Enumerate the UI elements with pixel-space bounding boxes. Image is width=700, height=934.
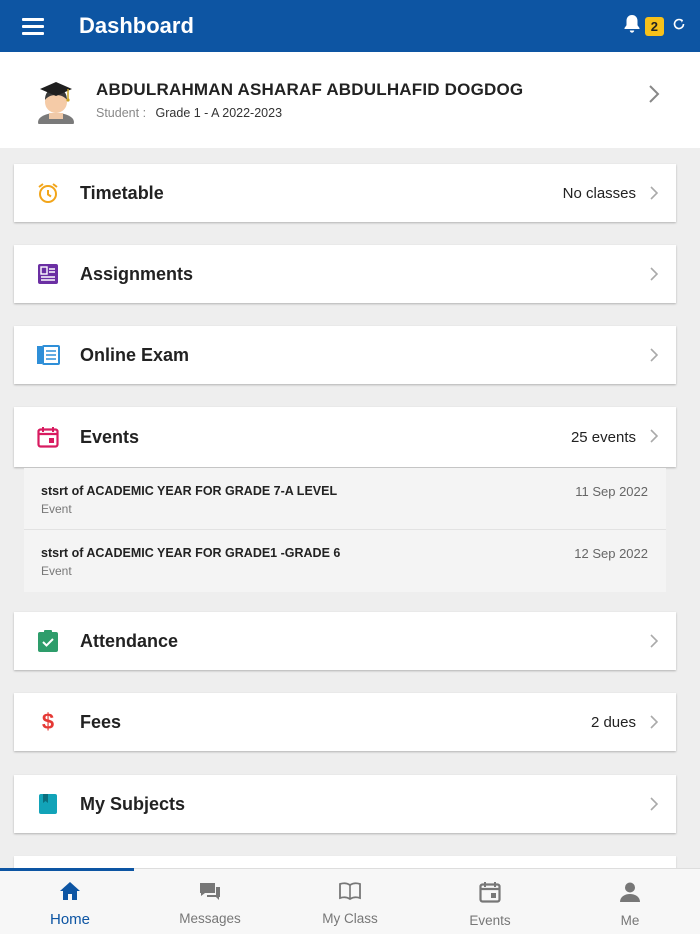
events-label: Events — [80, 426, 140, 447]
student-role-label: Student : — [96, 106, 147, 120]
menu-icon[interactable] — [22, 17, 44, 35]
chevron-right-icon — [650, 715, 659, 734]
tab-messages[interactable]: Messages — [140, 869, 280, 934]
my-subjects-card[interactable]: My Subjects — [14, 775, 676, 833]
app-bar: Dashboard 2 — [0, 0, 700, 52]
events-list: stsrt of ACADEMIC YEAR FOR GRADE 7-A LEV… — [24, 468, 666, 592]
list-item[interactable]: stsrt of ACADEMIC YEAR FOR GRADE 7-A LEV… — [24, 468, 666, 530]
dollar-icon: $ — [41, 709, 55, 734]
attendance-card[interactable]: Attendance — [14, 612, 676, 670]
page-title: Dashboard — [79, 13, 194, 38]
home-icon — [59, 881, 81, 906]
events-count: 25 events — [570, 428, 636, 446]
assignments-card[interactable]: Assignments — [14, 245, 676, 303]
open-book-icon — [338, 881, 362, 906]
student-name: ABDULRAHMAN ASHARAF ABDULHAFID DOGDOG — [96, 80, 524, 99]
assignment-icon — [36, 262, 60, 286]
tab-me-label: Me — [620, 913, 640, 928]
tab-my-class-label: My Class — [322, 911, 378, 926]
chevron-right-icon — [648, 84, 660, 109]
tab-home[interactable]: Home — [0, 869, 140, 934]
fees-dues: 2 dues — [590, 713, 636, 731]
alarm-clock-icon — [36, 181, 60, 205]
timetable-card[interactable]: Timetable No classes — [14, 164, 676, 222]
tab-me[interactable]: Me — [560, 869, 700, 934]
online-exam-label: Online Exam — [80, 344, 190, 365]
avatar — [34, 76, 78, 131]
bell-icon[interactable] — [623, 14, 641, 39]
chevron-right-icon — [650, 186, 659, 205]
chevron-right-icon — [650, 429, 659, 448]
event-date: 12 Sep 2022 — [574, 546, 648, 561]
list-item[interactable]: stsrt of ACADEMIC YEAR FOR GRADE1 -GRADE… — [24, 530, 666, 592]
chevron-right-icon — [650, 797, 659, 816]
chevron-right-icon — [650, 634, 659, 653]
calendar-icon — [36, 425, 60, 449]
tab-events[interactable]: Events — [420, 869, 560, 934]
online-exam-card[interactable]: Online Exam — [14, 326, 676, 384]
tab-home-label: Home — [49, 911, 90, 928]
chevron-right-icon — [650, 267, 659, 286]
student-class: Grade 1 - A 2022-2023 — [155, 106, 283, 120]
attendance-icon — [36, 629, 60, 653]
timetable-label: Timetable — [80, 182, 164, 203]
attendance-label: Attendance — [80, 630, 179, 651]
student-profile[interactable]: ABDULRAHMAN ASHARAF ABDULHAFID DOGDOG St… — [0, 52, 700, 148]
bottom-nav: Home Messages My Class Events Me — [0, 868, 700, 934]
fees-card[interactable]: $ Fees 2 dues — [14, 693, 676, 751]
calendar-icon — [479, 881, 501, 908]
active-tab-indicator — [0, 868, 134, 871]
events-card[interactable]: Events 25 events — [14, 407, 676, 467]
my-subjects-label: My Subjects — [80, 793, 186, 814]
assignments-label: Assignments — [80, 263, 194, 284]
refresh-icon[interactable] — [672, 17, 686, 36]
event-title: stsrt of ACADEMIC YEAR FOR GRADE1 -GRADE… — [41, 546, 341, 560]
book-icon — [36, 792, 60, 816]
timetable-meta: No classes — [562, 184, 636, 202]
event-date: 11 Sep 2022 — [575, 484, 648, 499]
messages-icon — [198, 881, 222, 906]
tab-my-class[interactable]: My Class — [280, 869, 420, 934]
tab-messages-label: Messages — [179, 911, 241, 926]
tab-events-label: Events — [469, 913, 511, 928]
fees-label: Fees — [80, 711, 122, 732]
exam-icon — [36, 343, 60, 367]
chevron-right-icon — [650, 348, 659, 367]
event-type: Event — [41, 502, 72, 516]
event-title: stsrt of ACADEMIC YEAR FOR GRADE 7-A LEV… — [41, 484, 338, 498]
notification-badge[interactable]: 2 — [644, 16, 664, 36]
person-icon — [619, 881, 641, 908]
event-type: Event — [41, 564, 72, 578]
